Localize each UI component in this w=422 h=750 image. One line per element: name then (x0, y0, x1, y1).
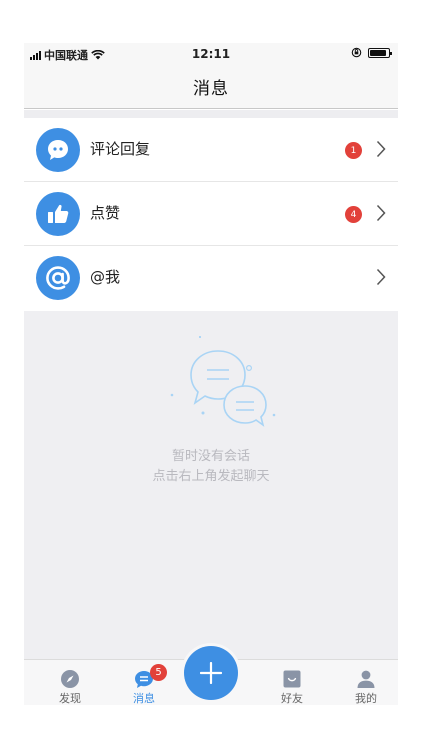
list-item-likes[interactable]: 点赞 4 (24, 182, 398, 246)
status-time: 12:11 (191, 47, 231, 61)
list-item-label: @我 (90, 268, 121, 286)
empty-state-hint: 点击右上角发起聊天 (152, 469, 270, 484)
status-bar: 中国联通 12:11 (24, 43, 398, 65)
unread-badge: 4 (345, 206, 362, 223)
messages-unread-badge: 5 (150, 664, 167, 681)
tab-label: 好友 (281, 692, 303, 705)
friends-icon (283, 670, 301, 688)
message-category-list: 评论回复 1 点赞 4 @我 (24, 118, 398, 310)
tab-messages[interactable]: 5 消息 (114, 660, 174, 705)
chevron-right-icon (376, 140, 386, 158)
empty-state-title: 暂时没有会话 (171, 449, 250, 464)
battery-icon (368, 47, 392, 58)
thumbs-up-icon (36, 192, 80, 236)
add-button[interactable] (184, 646, 238, 700)
section-gap (24, 110, 398, 118)
compass-icon (61, 670, 79, 688)
battery-level-fill (370, 49, 387, 56)
chat-bubbles-illustration (170, 336, 276, 427)
page-title: 消息 (193, 79, 229, 99)
chevron-right-icon (376, 204, 386, 222)
person-icon (357, 670, 375, 688)
at-sign-icon (36, 256, 80, 300)
comment-bubble-icon (36, 128, 80, 172)
status-right (351, 47, 392, 58)
tab-label: 我的 (355, 692, 377, 705)
phone-screen: 中国联通 12:11 消息 评论回复 1 点赞 4 @我 暂时没有会话 点击右上… (24, 43, 398, 705)
list-item-label: 点赞 (90, 204, 121, 222)
list-item-label: 评论回复 (90, 140, 151, 158)
chevron-right-icon (376, 268, 386, 286)
nav-bar: 消息 (24, 65, 398, 109)
tab-label: 发现 (59, 692, 81, 705)
tab-discover[interactable]: 发现 (40, 660, 100, 705)
tab-friends[interactable]: 好友 (262, 660, 322, 705)
rotation-lock-icon (351, 47, 362, 58)
list-item-comment-replies[interactable]: 评论回复 1 (24, 118, 398, 182)
list-item-mentions[interactable]: @我 (24, 246, 398, 310)
tab-me[interactable]: 我的 (336, 660, 396, 705)
tab-label: 消息 (133, 692, 155, 705)
empty-conversation-area: 暂时没有会话 点击右上角发起聊天 (24, 311, 398, 659)
plus-icon (200, 662, 222, 684)
unread-badge: 1 (345, 142, 362, 159)
